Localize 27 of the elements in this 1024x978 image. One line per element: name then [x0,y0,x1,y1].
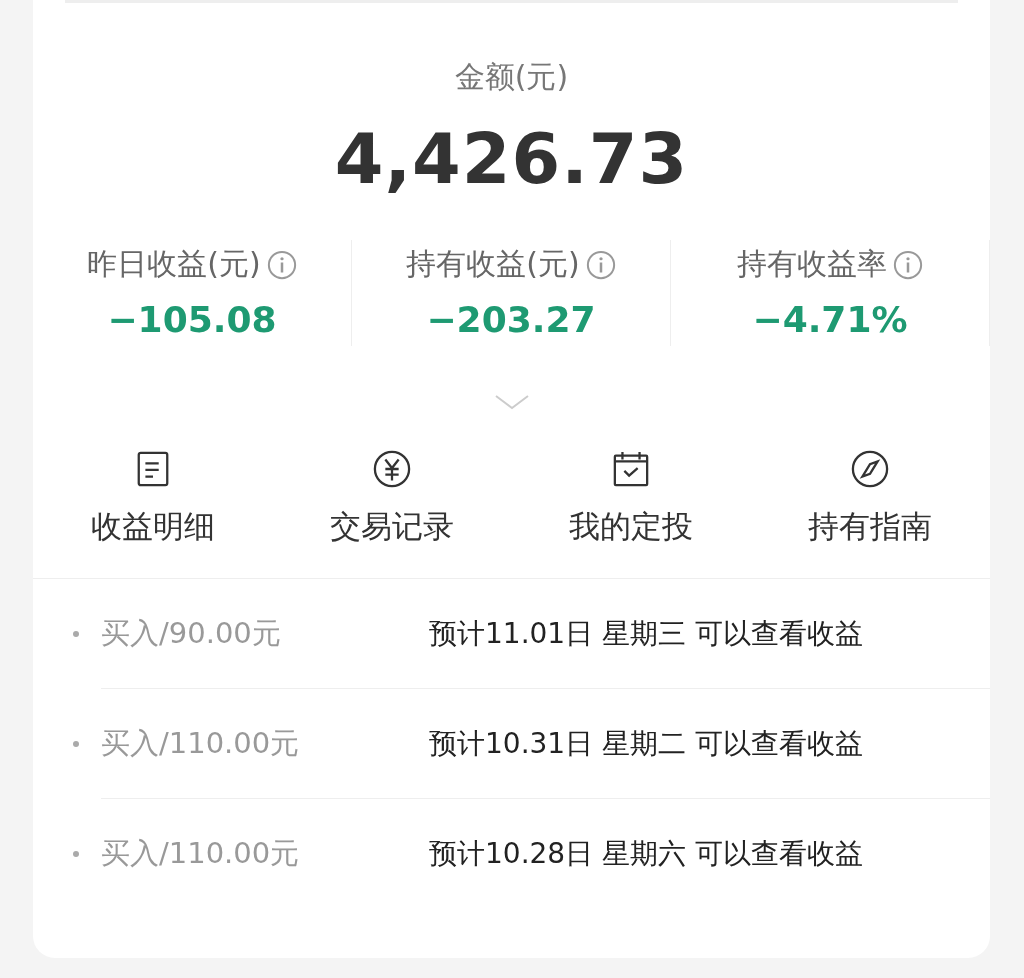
balance-amount: 4,426.73 [334,118,689,200]
balance-label: 金额(元) [454,58,569,96]
stat-value: −105.08 [107,299,277,340]
earnings-note: 预计10.31日 星期二 可以查看收益 [429,725,863,762]
action-label[interactable]: 交易记录 [329,506,454,548]
order-text: 买入/110.00元 [101,834,301,872]
info-icon[interactable] [585,249,616,280]
stat-label: 昨日收益(元) [87,245,261,283]
info-icon[interactable] [893,249,923,280]
stat-label: 持有收益(元) [406,245,580,283]
stat-value: −203.27 [426,299,596,340]
stat-label: 持有收益率 [737,245,887,283]
earnings-note: 预计10.28日 星期六 可以查看收益 [429,835,863,872]
action-label[interactable]: 我的定投 [569,506,694,548]
order-text: 买入/90.00元 [101,614,282,652]
bullet-icon [73,630,79,637]
compass-icon[interactable] [851,450,890,488]
info-icon[interactable] [266,249,297,280]
yen-icon[interactable] [372,450,411,488]
bullet-icon [73,850,79,857]
stat-value: −4.71% [752,299,908,340]
action-label[interactable]: 持有指南 [808,506,933,548]
earnings-note: 预计11.01日 星期三 可以查看收益 [429,615,863,652]
action-label[interactable]: 收益明细 [90,506,215,548]
calendar-icon[interactable] [612,450,651,488]
order-text: 买入/110.00元 [101,724,301,762]
bullet-icon [73,740,79,747]
